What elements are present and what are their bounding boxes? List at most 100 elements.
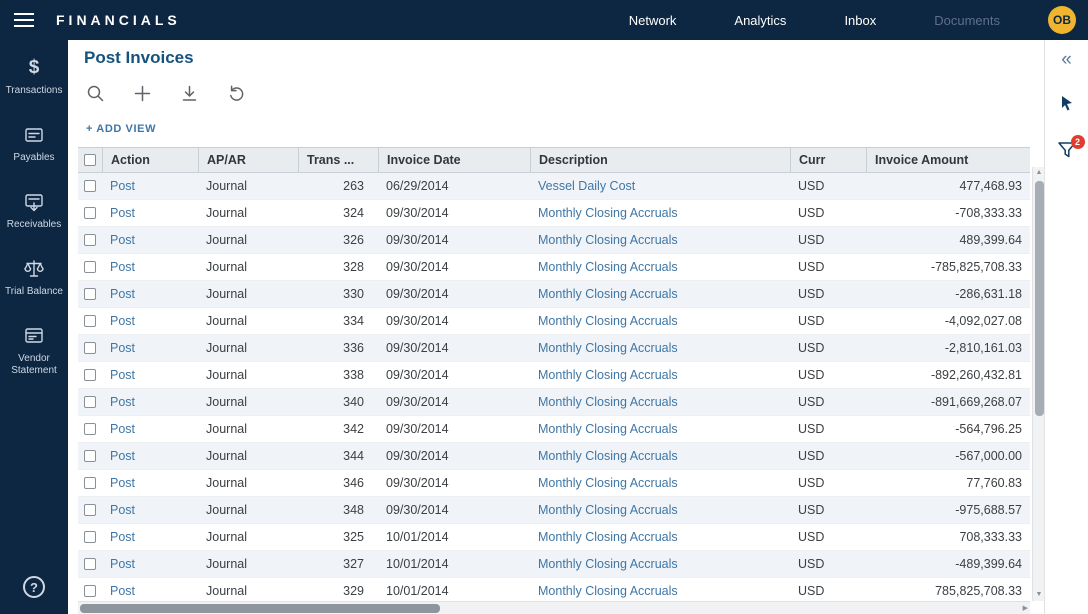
table-row: Post Journal 342 09/30/2014 Monthly Clos… — [78, 416, 1030, 443]
invoice-amount-cell: -564,796.25 — [866, 422, 1030, 436]
apar-cell: Journal — [198, 233, 298, 247]
post-link[interactable]: Post — [110, 449, 135, 463]
sidebar-item-transactions[interactable]: $ Transactions — [0, 56, 68, 97]
row-checkbox[interactable] — [84, 234, 96, 246]
description-link[interactable]: Monthly Closing Accruals — [538, 503, 678, 517]
currency-cell: USD — [790, 179, 866, 193]
invoice-date-cell: 09/30/2014 — [378, 341, 530, 355]
description-cell: Monthly Closing Accruals — [530, 260, 790, 274]
row-checkbox[interactable] — [84, 504, 96, 516]
post-link[interactable]: Post — [110, 422, 135, 436]
receivables-card-icon — [23, 190, 45, 214]
nav-analytics[interactable]: Analytics — [734, 13, 786, 28]
post-link[interactable]: Post — [110, 179, 135, 193]
post-link[interactable]: Post — [110, 341, 135, 355]
invoice-date-cell: 09/30/2014 — [378, 233, 530, 247]
collapse-panel-icon[interactable]: « — [1061, 50, 1072, 70]
description-cell: Monthly Closing Accruals — [530, 584, 790, 598]
description-link[interactable]: Monthly Closing Accruals — [538, 395, 678, 409]
col-header-trans[interactable]: Trans ... — [298, 148, 378, 172]
description-link[interactable]: Monthly Closing Accruals — [538, 422, 678, 436]
horizontal-scrollbar[interactable]: ▶ — [78, 601, 1030, 614]
post-link[interactable]: Post — [110, 233, 135, 247]
search-icon[interactable] — [86, 84, 105, 103]
apar-cell: Journal — [198, 206, 298, 220]
col-header-curr[interactable]: Curr — [790, 148, 866, 172]
description-link[interactable]: Monthly Closing Accruals — [538, 314, 678, 328]
post-link[interactable]: Post — [110, 368, 135, 382]
col-header-description[interactable]: Description — [530, 148, 790, 172]
add-icon[interactable] — [133, 84, 152, 103]
row-checkbox[interactable] — [84, 423, 96, 435]
scroll-down-arrow-icon[interactable]: ▼ — [1036, 589, 1043, 601]
post-link[interactable]: Post — [110, 260, 135, 274]
action-cell: Post — [102, 584, 198, 598]
description-link[interactable]: Monthly Closing Accruals — [538, 341, 678, 355]
description-link[interactable]: Monthly Closing Accruals — [538, 530, 678, 544]
row-checkbox[interactable] — [84, 207, 96, 219]
row-checkbox[interactable] — [84, 450, 96, 462]
row-checkbox[interactable] — [84, 288, 96, 300]
nav-inbox[interactable]: Inbox — [844, 13, 876, 28]
description-link[interactable]: Monthly Closing Accruals — [538, 476, 678, 490]
description-link[interactable]: Monthly Closing Accruals — [538, 233, 678, 247]
description-link[interactable]: Monthly Closing Accruals — [538, 287, 678, 301]
help-icon[interactable]: ? — [23, 576, 45, 598]
scroll-up-arrow-icon[interactable]: ▲ — [1036, 167, 1043, 179]
description-link[interactable]: Monthly Closing Accruals — [538, 260, 678, 274]
post-link[interactable]: Post — [110, 314, 135, 328]
col-header-action[interactable]: Action — [102, 148, 198, 172]
sidebar-item-trial-balance[interactable]: Trial Balance — [0, 257, 68, 298]
action-cell: Post — [102, 449, 198, 463]
sidebar-item-payables[interactable]: Payables — [0, 123, 68, 164]
scroll-right-arrow-icon[interactable]: ▶ — [1023, 604, 1028, 612]
description-link[interactable]: Monthly Closing Accruals — [538, 368, 678, 382]
description-link[interactable]: Vessel Daily Cost — [538, 179, 635, 193]
select-all-checkbox[interactable] — [84, 154, 96, 166]
post-link[interactable]: Post — [110, 476, 135, 490]
add-view-button[interactable]: + ADD VIEW — [86, 123, 156, 135]
post-link[interactable]: Post — [110, 584, 135, 598]
nav-network[interactable]: Network — [629, 13, 677, 28]
pointer-select-icon[interactable] — [1058, 94, 1076, 117]
row-checkbox[interactable] — [84, 369, 96, 381]
download-icon[interactable] — [180, 84, 199, 103]
vertical-scrollbar-thumb[interactable] — [1035, 181, 1044, 416]
row-checkbox[interactable] — [84, 342, 96, 354]
row-checkbox[interactable] — [84, 261, 96, 273]
row-checkbox[interactable] — [84, 585, 96, 597]
col-header-invoice-amount[interactable]: Invoice Amount — [866, 148, 1030, 172]
filter-icon[interactable]: 2 — [1057, 141, 1077, 164]
post-link[interactable]: Post — [110, 557, 135, 571]
post-link[interactable]: Post — [110, 503, 135, 517]
action-cell: Post — [102, 395, 198, 409]
horizontal-scrollbar-thumb[interactable] — [80, 604, 440, 613]
row-checkbox[interactable] — [84, 315, 96, 327]
description-link[interactable]: Monthly Closing Accruals — [538, 584, 678, 598]
post-link[interactable]: Post — [110, 395, 135, 409]
col-header-apar[interactable]: AP/AR — [198, 148, 298, 172]
row-checkbox[interactable] — [84, 396, 96, 408]
col-header-invoice-date[interactable]: Invoice Date — [378, 148, 530, 172]
avatar[interactable]: OB — [1048, 6, 1076, 34]
sidebar-item-vendor-statement[interactable]: Vendor Statement — [0, 324, 68, 377]
currency-cell: USD — [790, 422, 866, 436]
currency-cell: USD — [790, 476, 866, 490]
undo-icon[interactable] — [227, 84, 246, 103]
row-checkbox[interactable] — [84, 477, 96, 489]
currency-cell: USD — [790, 503, 866, 517]
menu-icon[interactable] — [0, 0, 48, 40]
row-checkbox[interactable] — [84, 531, 96, 543]
description-link[interactable]: Monthly Closing Accruals — [538, 557, 678, 571]
sidebar-item-receivables[interactable]: Receivables — [0, 190, 68, 231]
currency-cell: USD — [790, 287, 866, 301]
description-link[interactable]: Monthly Closing Accruals — [538, 206, 678, 220]
row-checkbox[interactable] — [84, 180, 96, 192]
apar-cell: Journal — [198, 314, 298, 328]
post-link[interactable]: Post — [110, 287, 135, 301]
description-link[interactable]: Monthly Closing Accruals — [538, 449, 678, 463]
row-checkbox[interactable] — [84, 558, 96, 570]
post-link[interactable]: Post — [110, 206, 135, 220]
row-checkbox-cell — [78, 531, 102, 543]
post-link[interactable]: Post — [110, 530, 135, 544]
